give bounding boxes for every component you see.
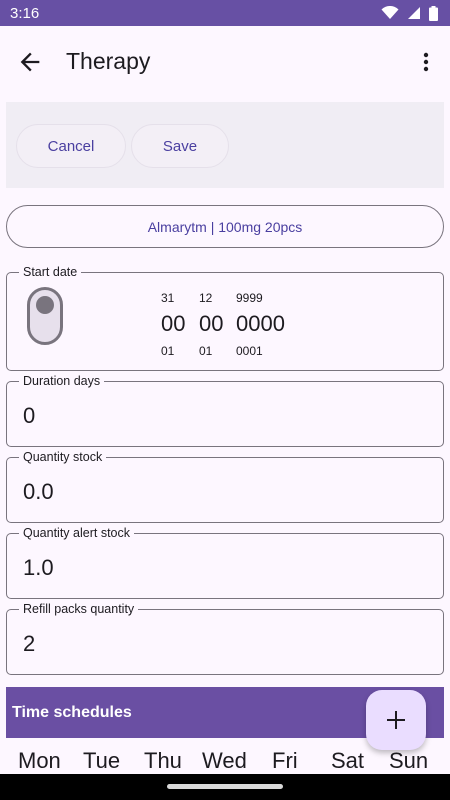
more-options-button[interactable] [414, 48, 438, 76]
weekday-sat[interactable]: Sat [331, 748, 364, 774]
save-button[interactable]: Save [131, 124, 229, 168]
top-app-bar: Therapy [0, 26, 450, 98]
weekday-fri[interactable]: Fri [272, 748, 298, 774]
toggle-knob [36, 296, 54, 314]
cancel-button[interactable]: Cancel [16, 124, 126, 168]
quantity-stock-value[interactable]: 0.0 [23, 479, 54, 505]
year-picker[interactable]: 9999 0000 0001 [236, 291, 285, 358]
day-current: 00 [161, 311, 186, 336]
back-button[interactable] [16, 48, 44, 76]
month-current: 00 [199, 311, 224, 336]
weekday-tue[interactable]: Tue [83, 748, 120, 774]
weekday-mon[interactable]: Mon [18, 748, 61, 774]
duration-days-field[interactable]: Duration days 0 [6, 374, 444, 447]
navigation-bar [0, 774, 450, 800]
refill-packs-field[interactable]: Refill packs quantity 2 [6, 602, 444, 675]
action-panel: Cancel Save [6, 102, 444, 188]
refill-packs-value[interactable]: 2 [23, 631, 35, 657]
weekday-wed[interactable]: Wed [202, 748, 247, 774]
status-time: 3:16 [10, 4, 40, 22]
weekday-sun[interactable]: Sun [389, 748, 428, 774]
wifi-icon [381, 6, 399, 19]
quantity-alert-stock-label: Quantity alert stock [19, 526, 134, 541]
more-vert-icon [423, 52, 429, 72]
quantity-stock-field[interactable]: Quantity stock 0.0 [6, 450, 444, 523]
plus-icon [387, 711, 405, 729]
start-date-field: Start date 31 00 01 12 00 01 9999 0000 0… [6, 265, 444, 371]
quantity-stock-label: Quantity stock [19, 450, 107, 465]
home-indicator[interactable] [167, 784, 283, 789]
year-next: 0001 [236, 344, 263, 358]
year-current: 0000 [236, 311, 285, 336]
battery-icon [429, 5, 438, 21]
day-picker[interactable]: 31 00 01 [161, 291, 185, 358]
duration-days-label: Duration days [19, 374, 105, 389]
day-next: 01 [161, 344, 175, 358]
arrow-left-icon [20, 52, 40, 72]
weekday-thu[interactable]: Thu [144, 748, 182, 774]
refill-packs-label: Refill packs quantity [19, 602, 139, 617]
month-picker[interactable]: 12 00 01 [199, 291, 223, 358]
day-prev: 31 [161, 291, 175, 305]
duration-days-value[interactable]: 0 [23, 403, 35, 429]
year-prev: 9999 [236, 291, 263, 305]
add-schedule-fab[interactable] [366, 690, 426, 750]
status-icons [381, 5, 438, 21]
signal-icon [408, 7, 420, 19]
start-date-toggle[interactable] [27, 287, 63, 345]
month-next: 01 [199, 344, 213, 358]
quantity-alert-stock-field[interactable]: Quantity alert stock 1.0 [6, 526, 444, 599]
page-title: Therapy [66, 48, 151, 74]
month-prev: 12 [199, 291, 213, 305]
quantity-alert-stock-value[interactable]: 1.0 [23, 555, 54, 581]
start-date-label: Start date [19, 265, 82, 280]
status-bar: 3:16 [0, 0, 450, 26]
drug-select-button[interactable]: Almarytm | 100mg 20pcs [6, 205, 444, 248]
